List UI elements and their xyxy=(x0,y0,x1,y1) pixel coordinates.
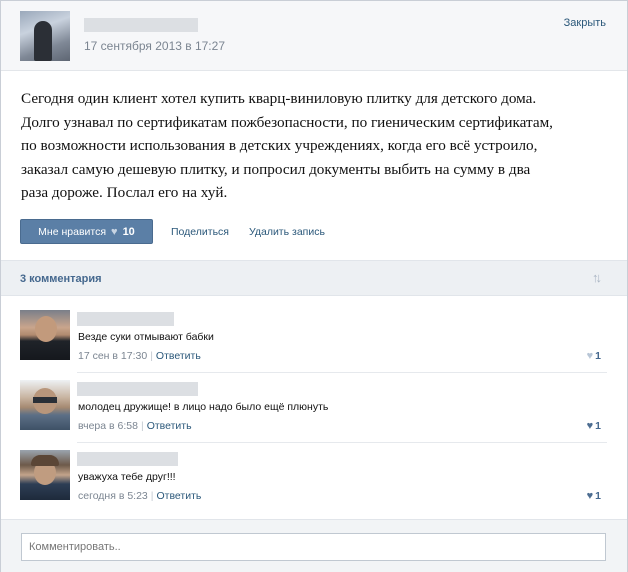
comments-header: 3 комментария ↑↓ xyxy=(1,260,627,296)
divider xyxy=(77,372,607,373)
author-avatar[interactable] xyxy=(20,11,70,61)
comment-meta: 17 сен в 17:30 | Ответить xyxy=(78,350,201,362)
share-link[interactable]: Поделиться xyxy=(171,226,229,238)
comment-text: молодец дружище! в лицо надо было ещё пл… xyxy=(78,401,329,413)
post-text-line: заказал самую дешевую плитку, и попросил… xyxy=(21,160,531,178)
comment-time[interactable]: сегодня в 5:23 xyxy=(78,490,148,502)
post-text-line: по возможности использования в детских у… xyxy=(21,137,538,154)
commenter-avatar[interactable] xyxy=(20,380,70,430)
like-button[interactable]: Мне нравится ♥ 10 xyxy=(20,219,153,244)
post-date[interactable]: 17 сентября 2013 в 17:27 xyxy=(84,39,225,53)
post-text: Сегодня один клиент хотел купить кварц-в… xyxy=(21,87,611,205)
like-count: 10 xyxy=(122,225,135,238)
reply-link[interactable]: Ответить xyxy=(156,350,201,362)
post-text-line: Долго узнавал по сертификатам пожбезопас… xyxy=(21,113,553,131)
commenter-avatar[interactable] xyxy=(20,310,70,360)
heart-icon: ♥ xyxy=(586,420,594,432)
comment-like-button[interactable]: ♥ 1 xyxy=(587,350,601,362)
commenter-name-redacted xyxy=(77,312,174,326)
comment-input[interactable] xyxy=(21,533,606,561)
close-button[interactable]: Закрыть xyxy=(564,17,606,29)
comment-text: Везде суки отмывают бабки xyxy=(78,331,214,343)
sort-arrows-icon[interactable]: ↑↓ xyxy=(592,270,602,285)
comment-meta: вчера в 6:58 | Ответить xyxy=(78,420,192,432)
author-name-redacted xyxy=(84,18,198,32)
heart-icon: ♥ xyxy=(586,490,594,502)
post-header: 17 сентября 2013 в 17:27 Закрыть xyxy=(1,1,627,71)
silhouette-icon xyxy=(34,21,52,61)
sunglasses-shape xyxy=(33,397,57,403)
comment-like-count: 1 xyxy=(595,350,601,362)
comment-time[interactable]: вчера в 6:58 xyxy=(78,420,138,432)
divider xyxy=(77,442,607,443)
comment-item: Везде суки отмывают бабки 17 сен в 17:30… xyxy=(1,310,627,380)
reply-link[interactable]: Ответить xyxy=(157,490,202,502)
comments-count[interactable]: 3 комментария xyxy=(20,273,102,285)
heart-icon: ♥ xyxy=(111,225,118,238)
post-text-line: Сегодня один клиент хотел купить кварц-в… xyxy=(21,90,537,107)
comment-item: молодец дружище! в лицо надо было ещё пл… xyxy=(1,380,627,450)
like-label: Мне нравится xyxy=(38,225,107,238)
comment-item: уважуха тебе друг!!! сегодня в 5:23 | Отве… xyxy=(1,450,627,520)
comment-meta: сегодня в 5:23 | Ответить xyxy=(78,490,202,502)
hair-shape xyxy=(31,455,59,466)
reply-link[interactable]: Ответить xyxy=(147,420,192,432)
wall-post-card: 17 сентября 2013 в 17:27 Закрыть Сегодня… xyxy=(0,0,628,572)
comment-like-button[interactable]: ♥ 1 xyxy=(587,490,601,502)
comment-text: уважуха тебе друг!!! xyxy=(78,471,176,483)
commenter-name-redacted xyxy=(77,382,198,396)
comment-time[interactable]: 17 сен в 17:30 xyxy=(78,350,147,362)
comment-like-button[interactable]: ♥ 1 xyxy=(587,420,601,432)
commenter-name-redacted xyxy=(77,452,178,466)
commenter-avatar[interactable] xyxy=(20,450,70,500)
post-text-line: раза дороже. Послал его на хуй. xyxy=(21,184,228,201)
delete-post-link[interactable]: Удалить запись xyxy=(249,226,325,238)
heart-icon: ♥ xyxy=(586,350,594,362)
comment-like-count: 1 xyxy=(595,420,601,432)
comment-like-count: 1 xyxy=(595,490,601,502)
face-shape xyxy=(35,316,57,342)
comment-composer xyxy=(1,519,627,572)
